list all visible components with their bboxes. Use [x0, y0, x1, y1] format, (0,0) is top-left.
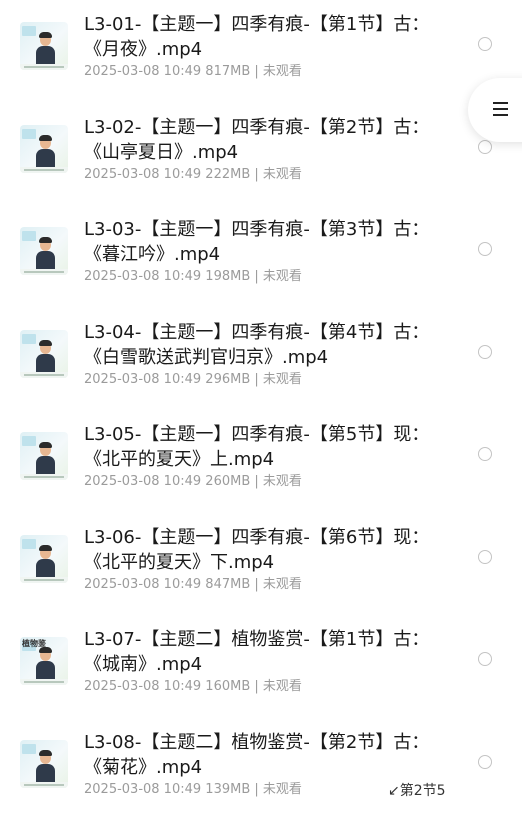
- file-list-item[interactable]: L3-03-【主题一】四季有痕-【第3节】古：《暮江吟》.mp42025-03-…: [0, 205, 522, 308]
- video-thumbnail-icon: 植物鉴: [20, 637, 68, 685]
- radio-circle-icon[interactable]: [478, 345, 492, 359]
- file-size: 847MB: [205, 577, 250, 592]
- file-date: 2025-03-08 10:49: [84, 679, 201, 694]
- file-size: 160MB: [205, 679, 250, 694]
- video-thumbnail-icon: [20, 535, 68, 583]
- watch-status: 未观看: [263, 782, 302, 797]
- video-thumbnail-icon: [20, 740, 68, 788]
- file-meta: 2025-03-08 10:49 296MB | 未观看: [84, 371, 302, 389]
- video-thumbnail-icon: [20, 227, 68, 275]
- file-title[interactable]: L3-04-【主题一】四季有痕-【第4节】古：《白雪歌送武判官归京》.mp4: [84, 320, 434, 370]
- file-size: 260MB: [205, 474, 250, 489]
- radio-circle-icon[interactable]: [478, 37, 492, 51]
- watch-status: 未观看: [263, 679, 302, 694]
- meta-separator: |: [254, 372, 258, 387]
- watch-status: 未观看: [263, 64, 302, 79]
- file-title[interactable]: L3-01-【主题一】四季有痕-【第1节】古：《月夜》.mp4: [84, 12, 434, 62]
- file-meta: 2025-03-08 10:49 222MB | 未观看: [84, 166, 302, 184]
- watch-status: 未观看: [263, 269, 302, 284]
- video-thumbnail-icon: [20, 330, 68, 378]
- watch-status: 未观看: [263, 167, 302, 182]
- radio-circle-icon[interactable]: [478, 550, 492, 564]
- file-size: 296MB: [205, 372, 250, 387]
- file-title[interactable]: L3-05-【主题一】四季有痕-【第5节】现：《北平的夏天》上.mp4: [84, 422, 434, 472]
- file-size: 198MB: [205, 269, 250, 284]
- video-thumbnail-icon: [20, 432, 68, 480]
- hamburger-menu-icon: [493, 102, 508, 116]
- file-date: 2025-03-08 10:49: [84, 577, 201, 592]
- file-title[interactable]: L3-08-【主题二】植物鉴赏-【第2节】古：《菊花》.mp4: [84, 730, 434, 780]
- watch-status: 未观看: [263, 474, 302, 489]
- file-date: 2025-03-08 10:49: [84, 474, 201, 489]
- file-meta: 2025-03-08 10:49 260MB | 未观看: [84, 473, 302, 491]
- file-meta: 2025-03-08 10:49 847MB | 未观看: [84, 576, 302, 594]
- file-size: 817MB: [205, 64, 250, 79]
- file-list-item[interactable]: L3-04-【主题一】四季有痕-【第4节】古：《白雪歌送武判官归京》.mp420…: [0, 308, 522, 411]
- file-title[interactable]: L3-02-【主题一】四季有痕-【第2节】古：《山亭夏日》.mp4: [84, 115, 434, 165]
- file-date: 2025-03-08 10:49: [84, 782, 201, 797]
- radio-circle-icon[interactable]: [478, 242, 492, 256]
- radio-circle-icon[interactable]: [478, 447, 492, 461]
- meta-separator: |: [254, 474, 258, 489]
- file-list-item[interactable]: L3-01-【主题一】四季有痕-【第1节】古：《月夜》.mp42025-03-0…: [0, 0, 522, 103]
- radio-circle-icon[interactable]: [478, 140, 492, 154]
- file-date: 2025-03-08 10:49: [84, 64, 201, 79]
- file-meta: 2025-03-08 10:49 817MB | 未观看: [84, 63, 302, 81]
- file-date: 2025-03-08 10:49: [84, 269, 201, 284]
- file-list-item[interactable]: L3-06-【主题一】四季有痕-【第6节】现：《北平的夏天》下.mp42025-…: [0, 513, 522, 616]
- file-list-item[interactable]: 植物鉴L3-07-【主题二】植物鉴赏-【第1节】古：《城南》.mp42025-0…: [0, 615, 522, 718]
- file-title[interactable]: L3-06-【主题一】四季有痕-【第6节】现：《北平的夏天》下.mp4: [84, 525, 434, 575]
- watch-status: 未观看: [263, 372, 302, 387]
- partial-overlay-text: ↙第2节5: [388, 780, 446, 800]
- video-thumbnail-icon: [20, 22, 68, 70]
- thumbnail-caption: 植物鉴: [22, 639, 48, 648]
- radio-circle-icon[interactable]: [478, 755, 492, 769]
- file-list: L3-01-【主题一】四季有痕-【第1节】古：《月夜》.mp42025-03-0…: [0, 0, 522, 820]
- radio-circle-icon[interactable]: [478, 652, 492, 666]
- meta-separator: |: [254, 269, 258, 284]
- file-size: 139MB: [205, 782, 250, 797]
- meta-separator: |: [254, 167, 258, 182]
- file-title[interactable]: L3-03-【主题一】四季有痕-【第3节】古：《暮江吟》.mp4: [84, 217, 434, 267]
- file-meta: 2025-03-08 10:49 160MB | 未观看: [84, 678, 302, 696]
- file-meta: 2025-03-08 10:49 139MB | 未观看: [84, 781, 302, 799]
- file-size: 222MB: [205, 167, 250, 182]
- video-thumbnail-icon: [20, 125, 68, 173]
- file-list-item[interactable]: L3-05-【主题一】四季有痕-【第5节】现：《北平的夏天》上.mp42025-…: [0, 410, 522, 513]
- file-list-item[interactable]: L3-08-【主题二】植物鉴赏-【第2节】古：《菊花》.mp42025-03-0…: [0, 718, 522, 820]
- file-title[interactable]: L3-07-【主题二】植物鉴赏-【第1节】古：《城南》.mp4: [84, 627, 434, 677]
- file-meta: 2025-03-08 10:49 198MB | 未观看: [84, 268, 302, 286]
- watch-status: 未观看: [263, 577, 302, 592]
- file-date: 2025-03-08 10:49: [84, 372, 201, 387]
- file-date: 2025-03-08 10:49: [84, 167, 201, 182]
- meta-separator: |: [254, 679, 258, 694]
- meta-separator: |: [254, 577, 258, 592]
- meta-separator: |: [254, 782, 258, 797]
- meta-separator: |: [254, 64, 258, 79]
- file-list-item[interactable]: L3-02-【主题一】四季有痕-【第2节】古：《山亭夏日》.mp42025-03…: [0, 103, 522, 206]
